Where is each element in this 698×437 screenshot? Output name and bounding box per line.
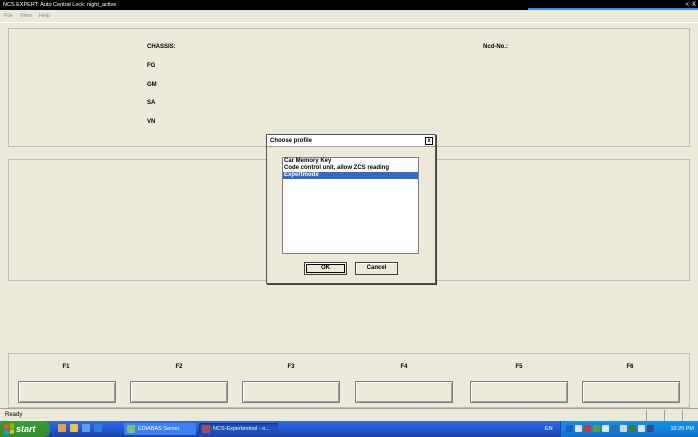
choose-profile-dialog: Choose profile x Car Memory Key Code con… xyxy=(266,134,436,284)
cancel-button[interactable]: Cancel xyxy=(355,262,398,275)
tray-icon[interactable] xyxy=(575,425,582,432)
dialog-title-bar: Choose profile x xyxy=(267,135,435,147)
vehicle-info-panel xyxy=(8,28,690,147)
profile-item-selected[interactable]: Expertmode xyxy=(283,172,418,179)
sa-label: SA xyxy=(147,100,156,106)
ok-button[interactable]: OK xyxy=(304,262,347,275)
menu-bar: File View Help xyxy=(0,10,698,22)
f2-button[interactable] xyxy=(130,381,228,403)
tray-icon[interactable] xyxy=(629,425,636,432)
tray-icons xyxy=(566,425,654,432)
media-icon[interactable] xyxy=(82,424,90,432)
windows-logo-icon xyxy=(4,423,14,435)
vn-label: VN xyxy=(147,119,156,125)
tray-icon[interactable] xyxy=(602,425,609,432)
ediabas-icon xyxy=(127,425,135,433)
f1-button[interactable] xyxy=(18,381,116,403)
f3-label: F3 xyxy=(287,364,295,370)
fg-label: FG xyxy=(147,63,156,69)
clock[interactable]: 10:20 PM xyxy=(670,421,694,437)
status-segment xyxy=(682,410,698,421)
f4-button[interactable] xyxy=(355,381,453,403)
chassis-label: CHASSIS: xyxy=(147,44,176,50)
task-label: EDIABAS Server xyxy=(138,426,180,432)
tray-icon[interactable] xyxy=(638,425,645,432)
tray-icon[interactable] xyxy=(584,425,591,432)
explorer-icon[interactable] xyxy=(70,424,78,432)
browser-icon[interactable] xyxy=(94,424,102,432)
profile-item[interactable]: Car Memory Key xyxy=(283,158,418,165)
f5-button[interactable] xyxy=(470,381,568,403)
f4-label: F4 xyxy=(400,364,408,370)
status-segment xyxy=(664,410,682,421)
tray-icon[interactable] xyxy=(647,425,654,432)
f6-button[interactable] xyxy=(582,381,680,403)
ncd-label: Ncd-No.: xyxy=(483,44,508,50)
folder-icon[interactable] xyxy=(58,424,66,432)
dialog-close-icon[interactable]: x xyxy=(425,137,433,145)
profile-listbox[interactable]: Car Memory Key Code control unit, allow … xyxy=(282,157,419,254)
menu-file[interactable]: File xyxy=(4,13,13,19)
task-label: NCS-Expertentool - n... xyxy=(213,426,270,432)
status-segment xyxy=(646,410,664,421)
tray-icon[interactable] xyxy=(593,425,600,432)
menu-view[interactable]: View xyxy=(20,13,32,19)
profile-item[interactable]: Code control unit, allow ZCS reading xyxy=(283,165,418,172)
f2-label: F2 xyxy=(175,364,183,370)
language-indicator[interactable]: EN xyxy=(545,421,553,437)
tray-icon[interactable] xyxy=(611,425,618,432)
f3-button[interactable] xyxy=(242,381,340,403)
menu-help[interactable]: Help xyxy=(39,13,50,19)
f1-label: F1 xyxy=(62,364,70,370)
task-ncs-expertentool[interactable]: NCS-Expertentool - n... xyxy=(199,423,278,435)
ncs-icon xyxy=(202,425,210,433)
start-label: start xyxy=(16,424,36,434)
status-bar: Ready xyxy=(0,408,698,421)
title-bar: NCS EXPERT: Auto Central Lock: night_act… xyxy=(0,0,698,10)
dialog-title: Choose profile xyxy=(270,138,313,144)
start-button[interactable]: start xyxy=(0,421,50,437)
tray-icon[interactable] xyxy=(620,425,627,432)
f6-label: F6 xyxy=(626,364,634,370)
gm-label: GM xyxy=(147,82,157,88)
window-title: NCS EXPERT: Auto Central Lock: night_act… xyxy=(3,2,117,8)
taskbar: start EDIABAS Server NCS-Expertentool - … xyxy=(0,421,698,437)
status-text: Ready xyxy=(5,412,23,418)
task-ediabas[interactable]: EDIABAS Server xyxy=(124,423,196,435)
f5-label: F5 xyxy=(515,364,523,370)
quick-launch xyxy=(58,424,102,432)
tray-icon[interactable] xyxy=(566,425,573,432)
system-tray: 10:20 PM xyxy=(560,421,698,437)
